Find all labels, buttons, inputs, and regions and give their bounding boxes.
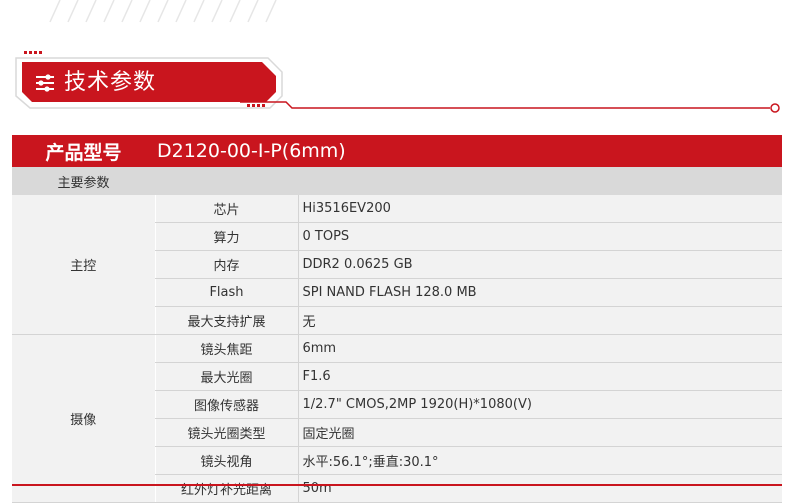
spec-table: 产品型号 D2120-00-I-P(6mm) 主要参数 主控 芯片 Hi3516…: [12, 135, 783, 503]
param-value: 6mm: [297, 334, 783, 363]
param-name: 镜头焦距: [154, 334, 298, 363]
param-name: 镜头光圈类型: [154, 418, 298, 447]
section-title: 技术参数: [64, 70, 157, 95]
sliders-icon: [34, 72, 56, 94]
param-name: 内存: [154, 250, 298, 279]
section-banner: 技术参数: [0, 0, 790, 120]
param-name: 镜头视角: [154, 446, 298, 475]
param-value: 50m: [297, 474, 783, 503]
group-label: 摄像: [12, 334, 155, 503]
param-name: Flash: [154, 278, 298, 307]
table-row: 主控 芯片 Hi3516EV200: [12, 195, 783, 335]
section-row: 主要参数: [12, 167, 783, 195]
section-label: 主要参数: [12, 167, 155, 195]
param-value: 0 TOPS: [297, 222, 783, 251]
model-label: 产品型号: [12, 135, 155, 167]
table-row: 摄像 镜头焦距 6mm: [12, 334, 783, 503]
group-label: 主控: [12, 195, 155, 335]
param-value: DDR2 0.0625 GB: [297, 250, 783, 279]
param-name: 图像传感器: [154, 390, 298, 419]
param-value: 1/2.7" CMOS,2MP 1920(H)*1080(V): [297, 390, 783, 419]
param-value: 固定光圈: [297, 418, 783, 447]
param-value: F1.6: [297, 362, 783, 391]
param-value: 无: [297, 306, 783, 335]
param-value: SPI NAND FLASH 128.0 MB: [297, 278, 783, 307]
table-bottom-rule: [12, 484, 782, 486]
param-name: 最大光圈: [154, 362, 298, 391]
param-name: 最大支持扩展: [154, 306, 298, 335]
param-name: 算力: [154, 222, 298, 251]
model-row: 产品型号 D2120-00-I-P(6mm): [12, 135, 783, 167]
section-fill: [155, 167, 783, 195]
param-name: 芯片: [154, 195, 298, 223]
banner-frame: [15, 0, 780, 113]
param-name: 红外灯补光距离: [154, 474, 298, 503]
param-value: Hi3516EV200: [297, 195, 783, 223]
param-value: 水平:56.1°;垂直:30.1°: [297, 446, 783, 475]
model-value: D2120-00-I-P(6mm): [155, 135, 783, 167]
